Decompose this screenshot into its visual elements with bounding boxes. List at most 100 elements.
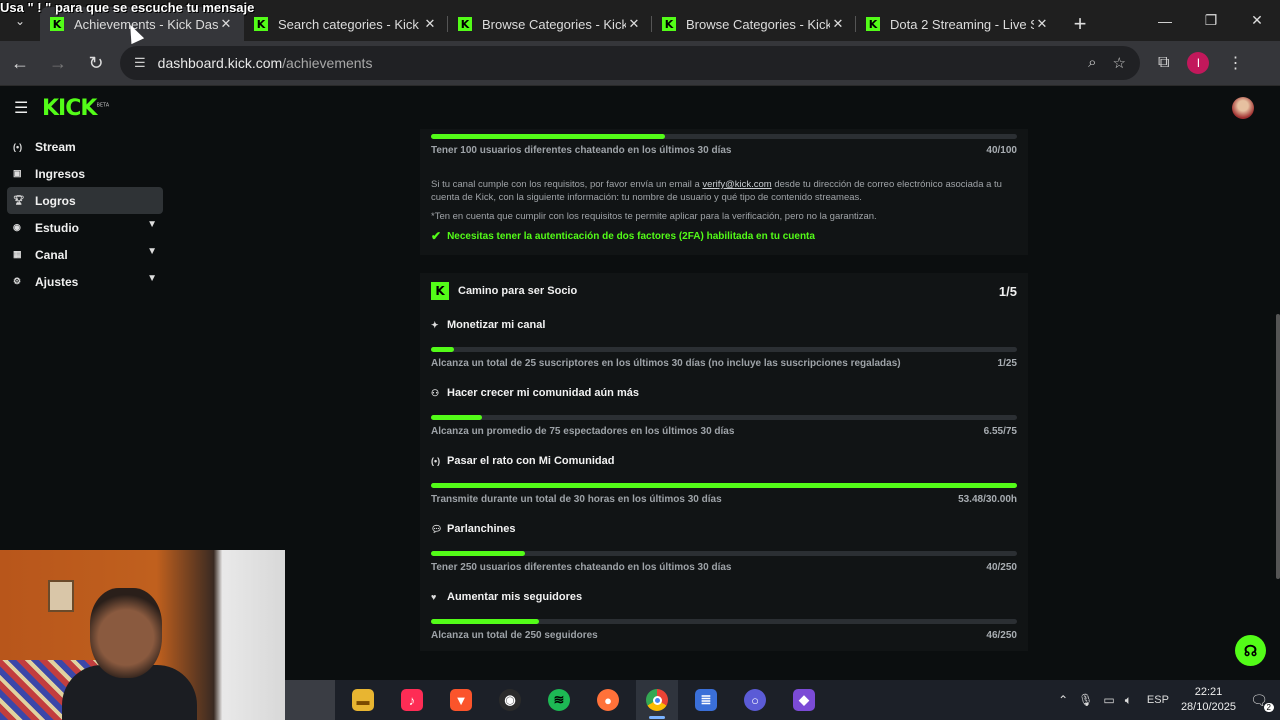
minimize-button[interactable]: —	[1142, 0, 1188, 41]
progress-fill	[431, 551, 525, 556]
goal-item: ♥ Aumentar mis seguidores Alcanza un tota…	[431, 590, 1017, 641]
chrome-icon	[646, 689, 668, 711]
more-menu-icon[interactable]: ⋮	[1227, 53, 1243, 73]
community-icon: ⚇	[431, 387, 440, 398]
goal-description: Alcanza un promedio de 75 espectadores e…	[431, 426, 735, 437]
tab-dota-2-streaming[interactable]: K Dota 2 Streaming - Live S ✕	[856, 7, 1060, 41]
goal-item: ⚇ Hacer crecer mi comunidad aún más Alcan…	[431, 386, 1017, 437]
clock[interactable]: 22:21 28/10/2025	[1181, 685, 1236, 715]
microphone-icon[interactable]: 🎙︎	[1078, 693, 1093, 707]
progress-fill	[431, 483, 1017, 488]
sparkle-icon: ✦	[431, 319, 439, 330]
hamburger-menu-icon[interactable]: ☰	[14, 98, 34, 118]
profile-avatar[interactable]: I	[1187, 52, 1210, 74]
verification-panel: Tener 100 usuarios diferentes chateando …	[420, 129, 1028, 255]
kick-favicon-icon: K	[458, 17, 472, 31]
window-controls: — ❐ ✕	[1142, 0, 1280, 41]
plus-icon: +	[1073, 11, 1087, 36]
support-chat-button[interactable]: ☊	[1235, 635, 1266, 666]
email-link[interactable]: verify@kick.com	[702, 179, 771, 190]
scrollbar-thumb[interactable]	[1276, 314, 1280, 579]
tab-browse-categories-2[interactable]: K Browse Categories - Kick ✕	[652, 7, 856, 41]
goal-value: 1/25	[997, 358, 1017, 369]
reload-icon: ↻	[88, 52, 104, 73]
goal-description: Alcanza un total de 250 seguidores	[431, 630, 598, 641]
taskbar-app[interactable]	[636, 680, 678, 720]
sidebar-item-label: Ingresos	[35, 166, 86, 181]
browser-toolbar: ← → ↻ ☰ dashboard.kick.com/achievements …	[0, 41, 1280, 86]
notification-center-button[interactable]: 🗨︎ 2	[1246, 688, 1274, 712]
volume-icon[interactable]: 🔈︎	[1125, 693, 1132, 708]
kick-favicon-icon: K	[662, 17, 676, 31]
omnibox-actions: ⌕ ☆	[1088, 54, 1126, 72]
network-icon[interactable]: ▭	[1103, 693, 1114, 707]
restore-button[interactable]: ❐	[1188, 0, 1234, 41]
address-bar[interactable]: ☰ dashboard.kick.com/achievements ⌕ ☆	[120, 46, 1140, 80]
goal-title: Aumentar mis seguidores	[447, 591, 583, 603]
arrow-left-icon: ←	[11, 52, 29, 73]
taskbar-app[interactable]: ≋	[538, 680, 580, 720]
taskbar-app[interactable]: ●	[587, 680, 629, 720]
close-window-button[interactable]: ✕	[1234, 0, 1280, 41]
close-icon[interactable]: ✕	[422, 16, 438, 32]
forward-button[interactable]: →	[40, 45, 76, 81]
tab-browse-categories-1[interactable]: K Browse Categories - Kick ✕	[448, 7, 652, 41]
beta-badge: BETA	[96, 102, 110, 109]
taskbar-app[interactable]: ○	[734, 680, 776, 720]
progress-bar	[431, 483, 1017, 488]
reload-button[interactable]: ↻	[78, 45, 114, 81]
close-icon[interactable]: ✕	[218, 16, 234, 32]
user-avatar[interactable]	[1232, 97, 1254, 119]
app-icon-3: ◆	[793, 689, 815, 711]
taskbar-app[interactable]: ▼	[440, 680, 482, 720]
back-button[interactable]: ←	[2, 45, 38, 81]
arrow-right-icon: →	[49, 52, 67, 73]
sidebar-item-label: Estudio	[35, 220, 79, 235]
system-tray: ⌃ 🎙︎ ▭ 🔈︎ ESP 22:21 28/10/2025 🗨︎ 2	[1053, 680, 1280, 720]
trophy-icon: 🏆︎	[13, 195, 25, 205]
taskbar-app[interactable]: ◆	[783, 680, 825, 720]
taskbar-app[interactable]: ◉	[489, 680, 531, 720]
sidebar-item-ajustes[interactable]: ⚙ Ajustes ▼	[7, 268, 163, 295]
tab-title: Achievements - Kick Dash	[74, 16, 218, 32]
close-icon[interactable]: ✕	[830, 16, 846, 32]
goal-item: (•) Pasar el rato con Mi Comunidad Transm…	[431, 454, 1017, 505]
goal-value: 40/250	[986, 562, 1017, 573]
goal-value: 46/250	[986, 630, 1017, 641]
sidebar-item-stream[interactable]: (•) Stream	[7, 133, 163, 160]
windows-taskbar: ▬ ♪ ▼ ◉ ≋ ● ≣ ○ ◆ ⌃ 🎙︎ ▭ 🔈︎ ESP 22:21 28…	[285, 680, 1280, 720]
verification-note: *Ten en cuenta que cumplir con los requi…	[431, 211, 877, 222]
progress-fill	[431, 415, 482, 420]
chevron-down-icon: ▼	[147, 246, 157, 257]
extensions-icon[interactable]: ⧉	[1158, 54, 1169, 72]
language-indicator[interactable]: ESP	[1147, 694, 1169, 706]
tab-search-categories[interactable]: K Search categories - Kick S ✕	[244, 7, 448, 41]
headset-icon: ☊	[1243, 642, 1258, 660]
chevron-down-icon: ▼	[147, 219, 157, 230]
close-icon[interactable]: ✕	[626, 16, 642, 32]
tab-title: Dota 2 Streaming - Live S	[890, 16, 1034, 32]
channel-icon: ▦	[13, 249, 22, 259]
bookmark-star-icon[interactable]: ☆	[1113, 54, 1126, 72]
new-tab-button[interactable]: +	[1060, 7, 1100, 41]
sidebar-item-canal[interactable]: ▦ Canal ▼	[7, 241, 163, 268]
url-text[interactable]: dashboard.kick.com/achievements	[158, 55, 1088, 71]
chevron-up-icon[interactable]: ⌃	[1058, 693, 1068, 707]
progress-fill	[431, 619, 539, 624]
sidebar-item-logros[interactable]: 🏆︎ Logros	[7, 187, 163, 214]
taskbar-start-area[interactable]	[285, 680, 335, 720]
goal-description: Alcanza un total de 25 suscriptores en l…	[431, 358, 901, 369]
taskbar-app[interactable]: ≣	[685, 680, 727, 720]
close-icon[interactable]: ✕	[1034, 16, 1050, 32]
site-settings-icon[interactable]: ☰	[134, 55, 146, 71]
goal-description: Tener 250 usuarios diferentes chateando …	[431, 562, 732, 573]
sidebar-item-ingresos[interactable]: ▣ Ingresos	[7, 160, 163, 187]
taskbar-app[interactable]: ♪	[391, 680, 433, 720]
page-scrollbar[interactable]	[1274, 129, 1280, 680]
sidebar-item-estudio[interactable]: ◉ Estudio ▼	[7, 214, 163, 241]
progress-bar	[431, 551, 1017, 556]
zoom-icon[interactable]: ⌕	[1088, 54, 1096, 72]
taskbar-app[interactable]: ▬	[342, 680, 384, 720]
2fa-text: Necesitas tener la autenticación de dos …	[447, 230, 815, 242]
kick-logo[interactable]: KICKBETA	[42, 96, 109, 121]
